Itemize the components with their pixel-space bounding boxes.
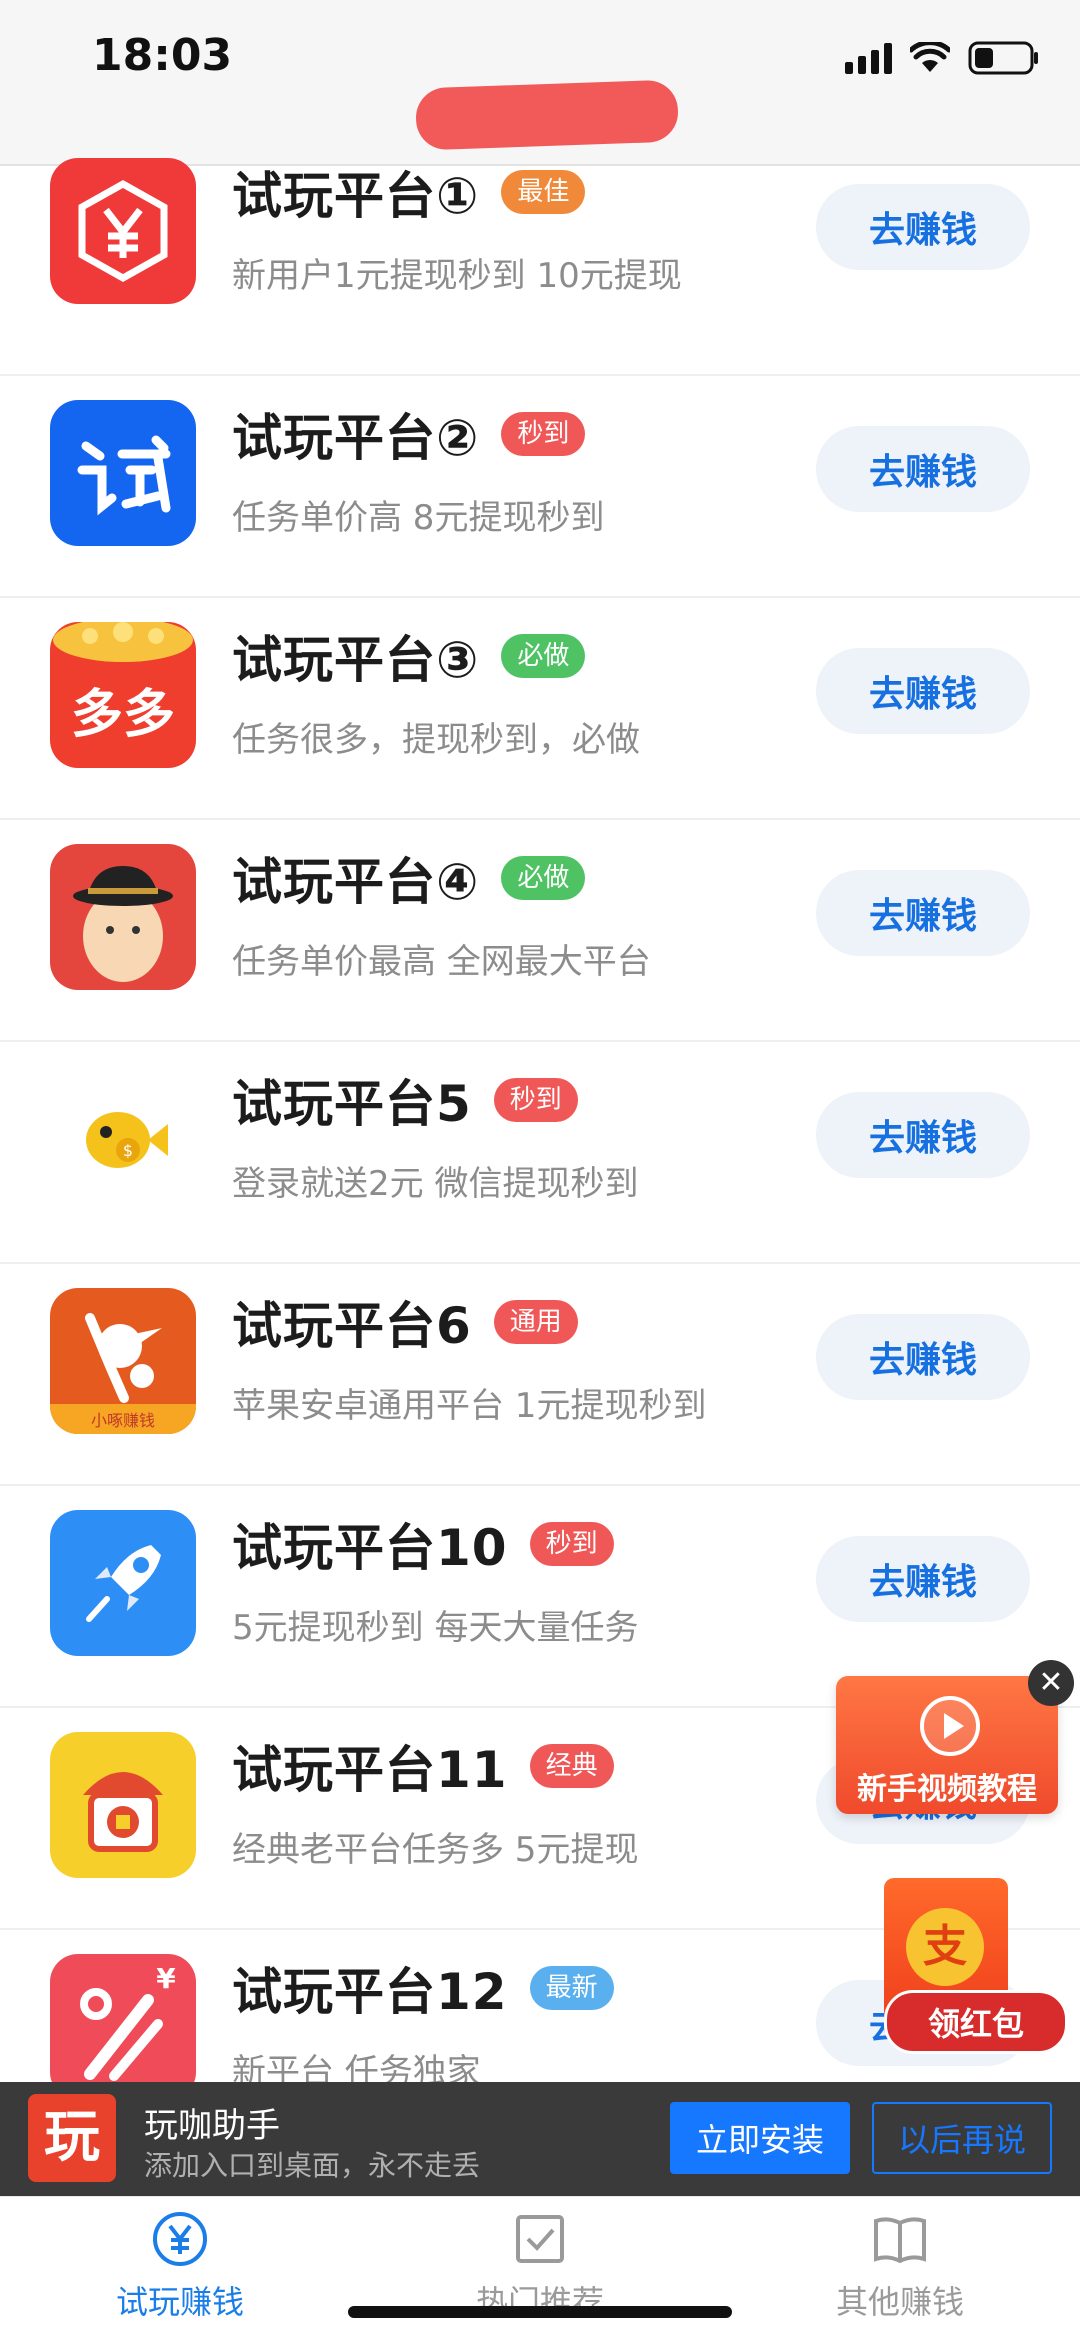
platform-subtitle: 新用户1元提现秒到 10元提现 <box>232 256 682 296</box>
app-name: 玩咖助手 <box>144 2106 280 2146</box>
play-icon <box>920 1696 980 1756</box>
video-tutorial-label: 新手视频教程 <box>857 1772 1037 1807</box>
close-icon[interactable]: ✕ <box>1028 1660 1074 1706</box>
tab-label: 其他赚钱 <box>835 2283 964 2321</box>
platform-subtitle: 5元提现秒到 每天大量任务 <box>232 1608 639 1648</box>
percent-yuan-icon: ¥ <box>50 1954 196 2100</box>
list-item: 试玩平台② 秒到 任务单价高 8元提现秒到 去赚钱 <box>0 374 1080 598</box>
wifi-icon <box>910 42 950 72</box>
platform-title: 试玩平台10 <box>232 1519 508 1577</box>
list-item: $ 试玩平台5 秒到 登录就送2元 微信提现秒到 去赚钱 <box>0 1040 1080 1264</box>
platform-badge: 必做 <box>501 856 586 900</box>
earn-button[interactable]: 去赚钱 <box>816 870 1030 956</box>
svg-text:多多: 多多 <box>71 685 175 745</box>
platform-title: 试玩平台② <box>232 409 480 467</box>
platform-badge: 必做 <box>501 634 586 678</box>
list-item: 试玩平台④ 必做 任务单价最高 全网最大平台 去赚钱 <box>0 818 1080 1042</box>
status-icons <box>845 38 1040 78</box>
battery-icon <box>968 41 1038 75</box>
rocket-icon <box>50 1510 196 1656</box>
install-banner: 玩 玩咖助手 添加入口到桌面，永不走丢 立即安装 以后再说 <box>0 2082 1080 2196</box>
platform-subtitle: 任务单价高 8元提现秒到 <box>232 498 605 538</box>
platform-title: 试玩平台6 <box>232 1297 472 1355</box>
platform-title: 试玩平台11 <box>232 1741 508 1799</box>
svg-text:$: $ <box>123 1141 133 1160</box>
tab-label: 试玩赚钱 <box>115 2283 244 2321</box>
platform-badge: 秒到 <box>501 412 586 456</box>
platform-subtitle: 任务单价最高 全网最大平台 <box>232 942 651 982</box>
yuan-hexagon-icon <box>50 158 196 304</box>
platform-badge: 秒到 <box>529 1522 614 1566</box>
platform-badge: 最新 <box>529 1966 614 2010</box>
platform-title: 试玩平台① <box>232 167 480 225</box>
earn-button[interactable]: 去赚钱 <box>816 426 1030 512</box>
gold-fish-icon: $ <box>50 1066 196 1212</box>
yuan-circle-icon <box>153 2212 207 2266</box>
checkbox-icon <box>516 2215 564 2263</box>
platform-subtitle: 登录就送2元 微信提现秒到 <box>232 1164 639 1204</box>
list-item: 小啄赚钱 试玩平台6 通用 苹果安卓通用平台 1元提现秒到 去赚钱 <box>0 1262 1080 1486</box>
woodpecker-icon: 小啄赚钱 <box>50 1288 196 1434</box>
svg-text:小啄赚钱: 小啄赚钱 <box>91 1411 155 1430</box>
redacted-title <box>414 79 680 151</box>
platform-subtitle: 苹果安卓通用平台 1元提现秒到 <box>232 1386 707 1426</box>
shi-app-icon <box>50 400 196 546</box>
platform-subtitle: 任务很多，提现秒到，必做 <box>232 720 640 760</box>
platform-badge: 经典 <box>529 1744 614 1788</box>
list-item: 试玩平台10 秒到 5元提现秒到 每天大量任务 去赚钱 <box>0 1484 1080 1708</box>
platform-subtitle: 经典老平台任务多 5元提现 <box>232 1830 639 1870</box>
later-button[interactable]: 以后再说 <box>872 2102 1052 2174</box>
platform-badge: 秒到 <box>493 1078 578 1122</box>
platform-badge: 最佳 <box>501 170 586 214</box>
alipay-coin-icon: 支 <box>906 1908 984 1986</box>
list-item: 多多 试玩平台③ 必做 任务很多，提现秒到，必做 去赚钱 <box>0 596 1080 820</box>
earn-button[interactable]: 去赚钱 <box>816 1536 1030 1622</box>
list-item: 试玩平台① 最佳 新用户1元提现秒到 10元提现 去赚钱 <box>0 152 1080 376</box>
cellular-signal-icon <box>845 42 892 74</box>
platform-title: 试玩平台12 <box>232 1963 508 2021</box>
install-now-button[interactable]: 立即安装 <box>670 2102 850 2174</box>
platform-title: 试玩平台③ <box>232 631 480 689</box>
earn-button[interactable]: 去赚钱 <box>816 1314 1030 1400</box>
home-indicator <box>348 2306 732 2318</box>
status-time: 18:03 <box>92 30 233 81</box>
book-icon <box>874 2217 926 2264</box>
platform-badge: 通用 <box>493 1300 578 1344</box>
tab-try-earn[interactable]: 试玩赚钱 <box>60 2209 300 2323</box>
platform-title: 试玩平台5 <box>232 1075 472 1133</box>
app-logo: 玩 <box>28 2094 116 2182</box>
gate-coin-icon <box>50 1732 196 1878</box>
app-desc: 添加入口到桌面，永不走丢 <box>144 2149 481 2182</box>
status-bar: 18:03 <box>0 0 1080 166</box>
earn-button[interactable]: 去赚钱 <box>816 184 1030 270</box>
earn-button[interactable]: 去赚钱 <box>816 648 1030 734</box>
svg-text:¥: ¥ <box>156 1962 176 1995</box>
video-tutorial-float[interactable]: 新手视频教程 <box>836 1676 1058 1814</box>
earn-button[interactable]: 去赚钱 <box>816 1092 1030 1178</box>
platform-title: 试玩平台④ <box>232 853 480 911</box>
man-hat-avatar-icon <box>50 844 196 990</box>
duoduo-redpacket-icon: 多多 <box>50 622 196 768</box>
tab-other-earn[interactable]: 其他赚钱 <box>780 2209 1020 2323</box>
red-packet-button[interactable]: 领红包 <box>884 1990 1068 2054</box>
